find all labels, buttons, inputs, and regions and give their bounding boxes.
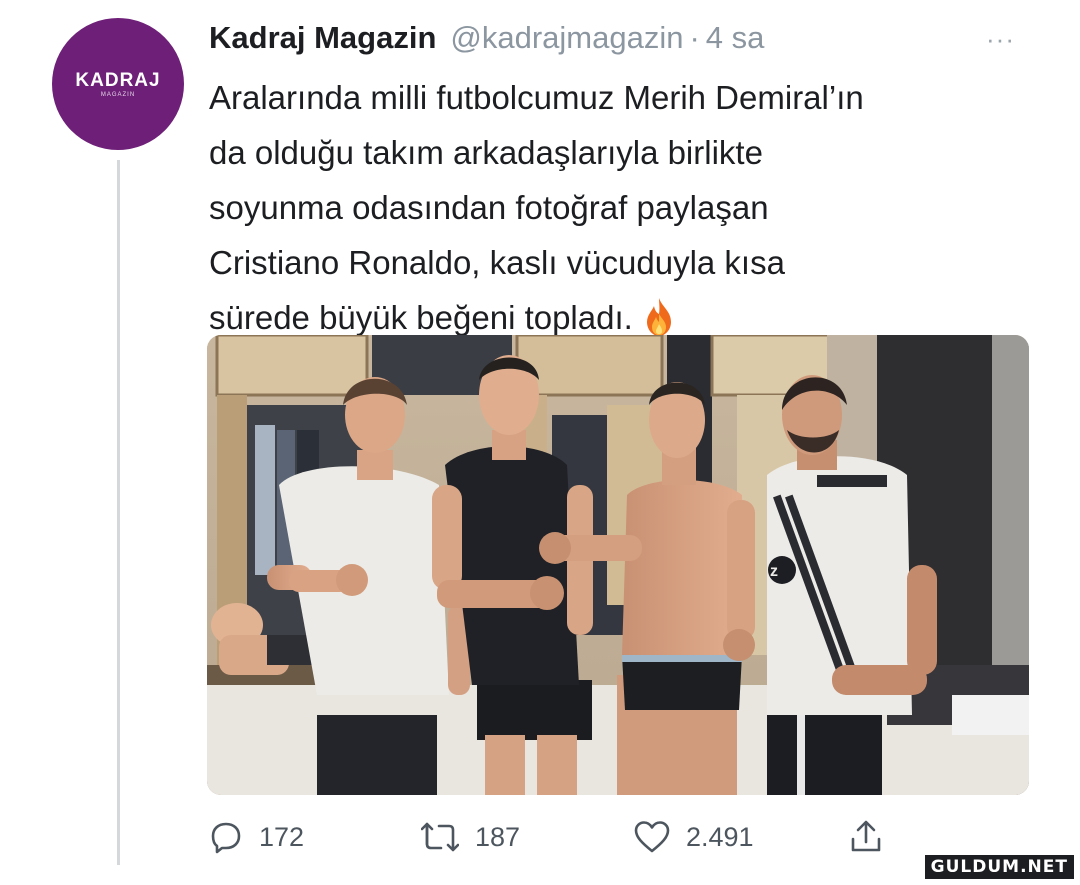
tweet-header: Kadraj Magazin @kadrajmagazin · 4 sa xyxy=(209,16,764,60)
reply-count: 172 xyxy=(259,821,305,852)
fire-icon xyxy=(646,298,671,336)
author-handle[interactable]: @kadrajmagazin xyxy=(450,20,683,56)
shirt-logo-text: z xyxy=(770,563,778,580)
tweet-timestamp[interactable]: 4 sa xyxy=(706,20,765,56)
tweet-text-line: Aralarında milli futbolcumuz Merih Demir… xyxy=(209,79,864,116)
share-icon xyxy=(851,820,881,852)
tweet-text-line-content: sürede büyük beğeni topladı. xyxy=(209,299,633,336)
tweet-text-line: soyunma odasından fotoğraf paylaşan xyxy=(209,189,769,226)
like-count: 2.491 xyxy=(686,821,754,852)
share-button[interactable] xyxy=(849,812,883,862)
profile-avatar[interactable]: KADRAJ MAGAZIN xyxy=(52,18,184,150)
avatar-brand-text: KADRAJ xyxy=(75,69,161,91)
thread-line xyxy=(117,160,120,865)
more-options-icon[interactable]: ··· xyxy=(986,24,1015,55)
reply-icon xyxy=(211,822,241,854)
author-name[interactable]: Kadraj Magazin xyxy=(209,20,436,56)
retweet-icon xyxy=(421,822,459,852)
retweet-button[interactable]: 187 xyxy=(421,812,520,862)
reply-button[interactable]: 172 xyxy=(209,812,304,862)
tweet-text-line: da olduğu takım arkadaşlarıyla birlikte xyxy=(209,134,763,171)
watermark: GULDUM.NET xyxy=(924,855,1074,879)
separator-dot: · xyxy=(689,20,700,55)
tweet-text: Aralarında milli futbolcumuz Merih Demir… xyxy=(209,70,1029,345)
tweet-text-line: Cristiano Ronaldo, kaslı vücuduyla kısa xyxy=(209,244,785,281)
like-button[interactable]: 2.491 xyxy=(634,812,754,862)
heart-icon xyxy=(634,821,670,853)
retweet-count: 187 xyxy=(475,821,521,852)
locker-room-photo: z xyxy=(207,335,1029,795)
tweet-actions: 172 187 2.491 xyxy=(209,812,909,862)
avatar-sub-text: MAGAZIN xyxy=(100,91,136,98)
tweet-photo[interactable]: z xyxy=(207,335,1029,795)
